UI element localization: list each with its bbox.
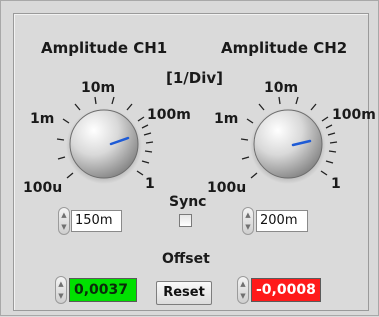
ch2-offset-stepper[interactable]: ▲ ▼: [237, 276, 249, 304]
ch2-amplitude-knob[interactable]: [253, 109, 323, 179]
ch1-tick-label-1: 1: [145, 176, 155, 192]
ch1-tick-label-100m: 100m: [147, 107, 191, 123]
ch1-tick-label-10m: 10m: [81, 80, 116, 96]
ch1-offset-stepper[interactable]: ▲ ▼: [55, 276, 67, 304]
ch1-offset-field[interactable]: 0,0037: [69, 278, 137, 302]
reset-button[interactable]: Reset: [156, 281, 212, 305]
ch1-tick-label-1m: 1m: [30, 111, 55, 127]
sync-checkbox[interactable]: [179, 214, 192, 227]
decrement-arrow-icon[interactable]: ▼: [239, 290, 247, 302]
increment-arrow-icon[interactable]: ▲: [244, 209, 252, 221]
ch2-tick-label-10m: 10m: [264, 80, 299, 96]
ch2-amplitude-field[interactable]: 200m: [256, 210, 308, 232]
ch1-amplitude-field[interactable]: 150m: [71, 210, 122, 232]
ch1-amplitude-stepper[interactable]: ▲ ▼: [58, 207, 70, 235]
ch1-amplitude-knob[interactable]: [69, 109, 139, 179]
decrement-arrow-icon[interactable]: ▼: [57, 290, 65, 302]
ch2-tick-label-1: 1: [331, 176, 341, 192]
sync-label: Sync: [169, 194, 207, 210]
ch1-tick-label-100u: 100u: [23, 180, 63, 196]
knob-dials-layer: [56, 96, 338, 184]
increment-arrow-icon[interactable]: ▲: [60, 209, 68, 221]
ch2-amplitude-stepper[interactable]: ▲ ▼: [242, 207, 254, 235]
increment-arrow-icon[interactable]: ▲: [239, 278, 247, 290]
ch2-offset-field[interactable]: -0,0008: [251, 278, 321, 302]
offset-label: Offset: [162, 251, 210, 267]
ch2-tick-label-1m: 1m: [214, 111, 239, 127]
decrement-arrow-icon[interactable]: ▼: [60, 221, 68, 233]
amplitude-control-panel: Amplitude CH1 Amplitude CH2 [1/Div] 100u…: [0, 0, 379, 316]
ch2-tick-label-100m: 100m: [332, 107, 376, 123]
ch2-tick-label-100u: 100u: [207, 180, 247, 196]
increment-arrow-icon[interactable]: ▲: [57, 278, 65, 290]
decrement-arrow-icon[interactable]: ▼: [244, 221, 252, 233]
